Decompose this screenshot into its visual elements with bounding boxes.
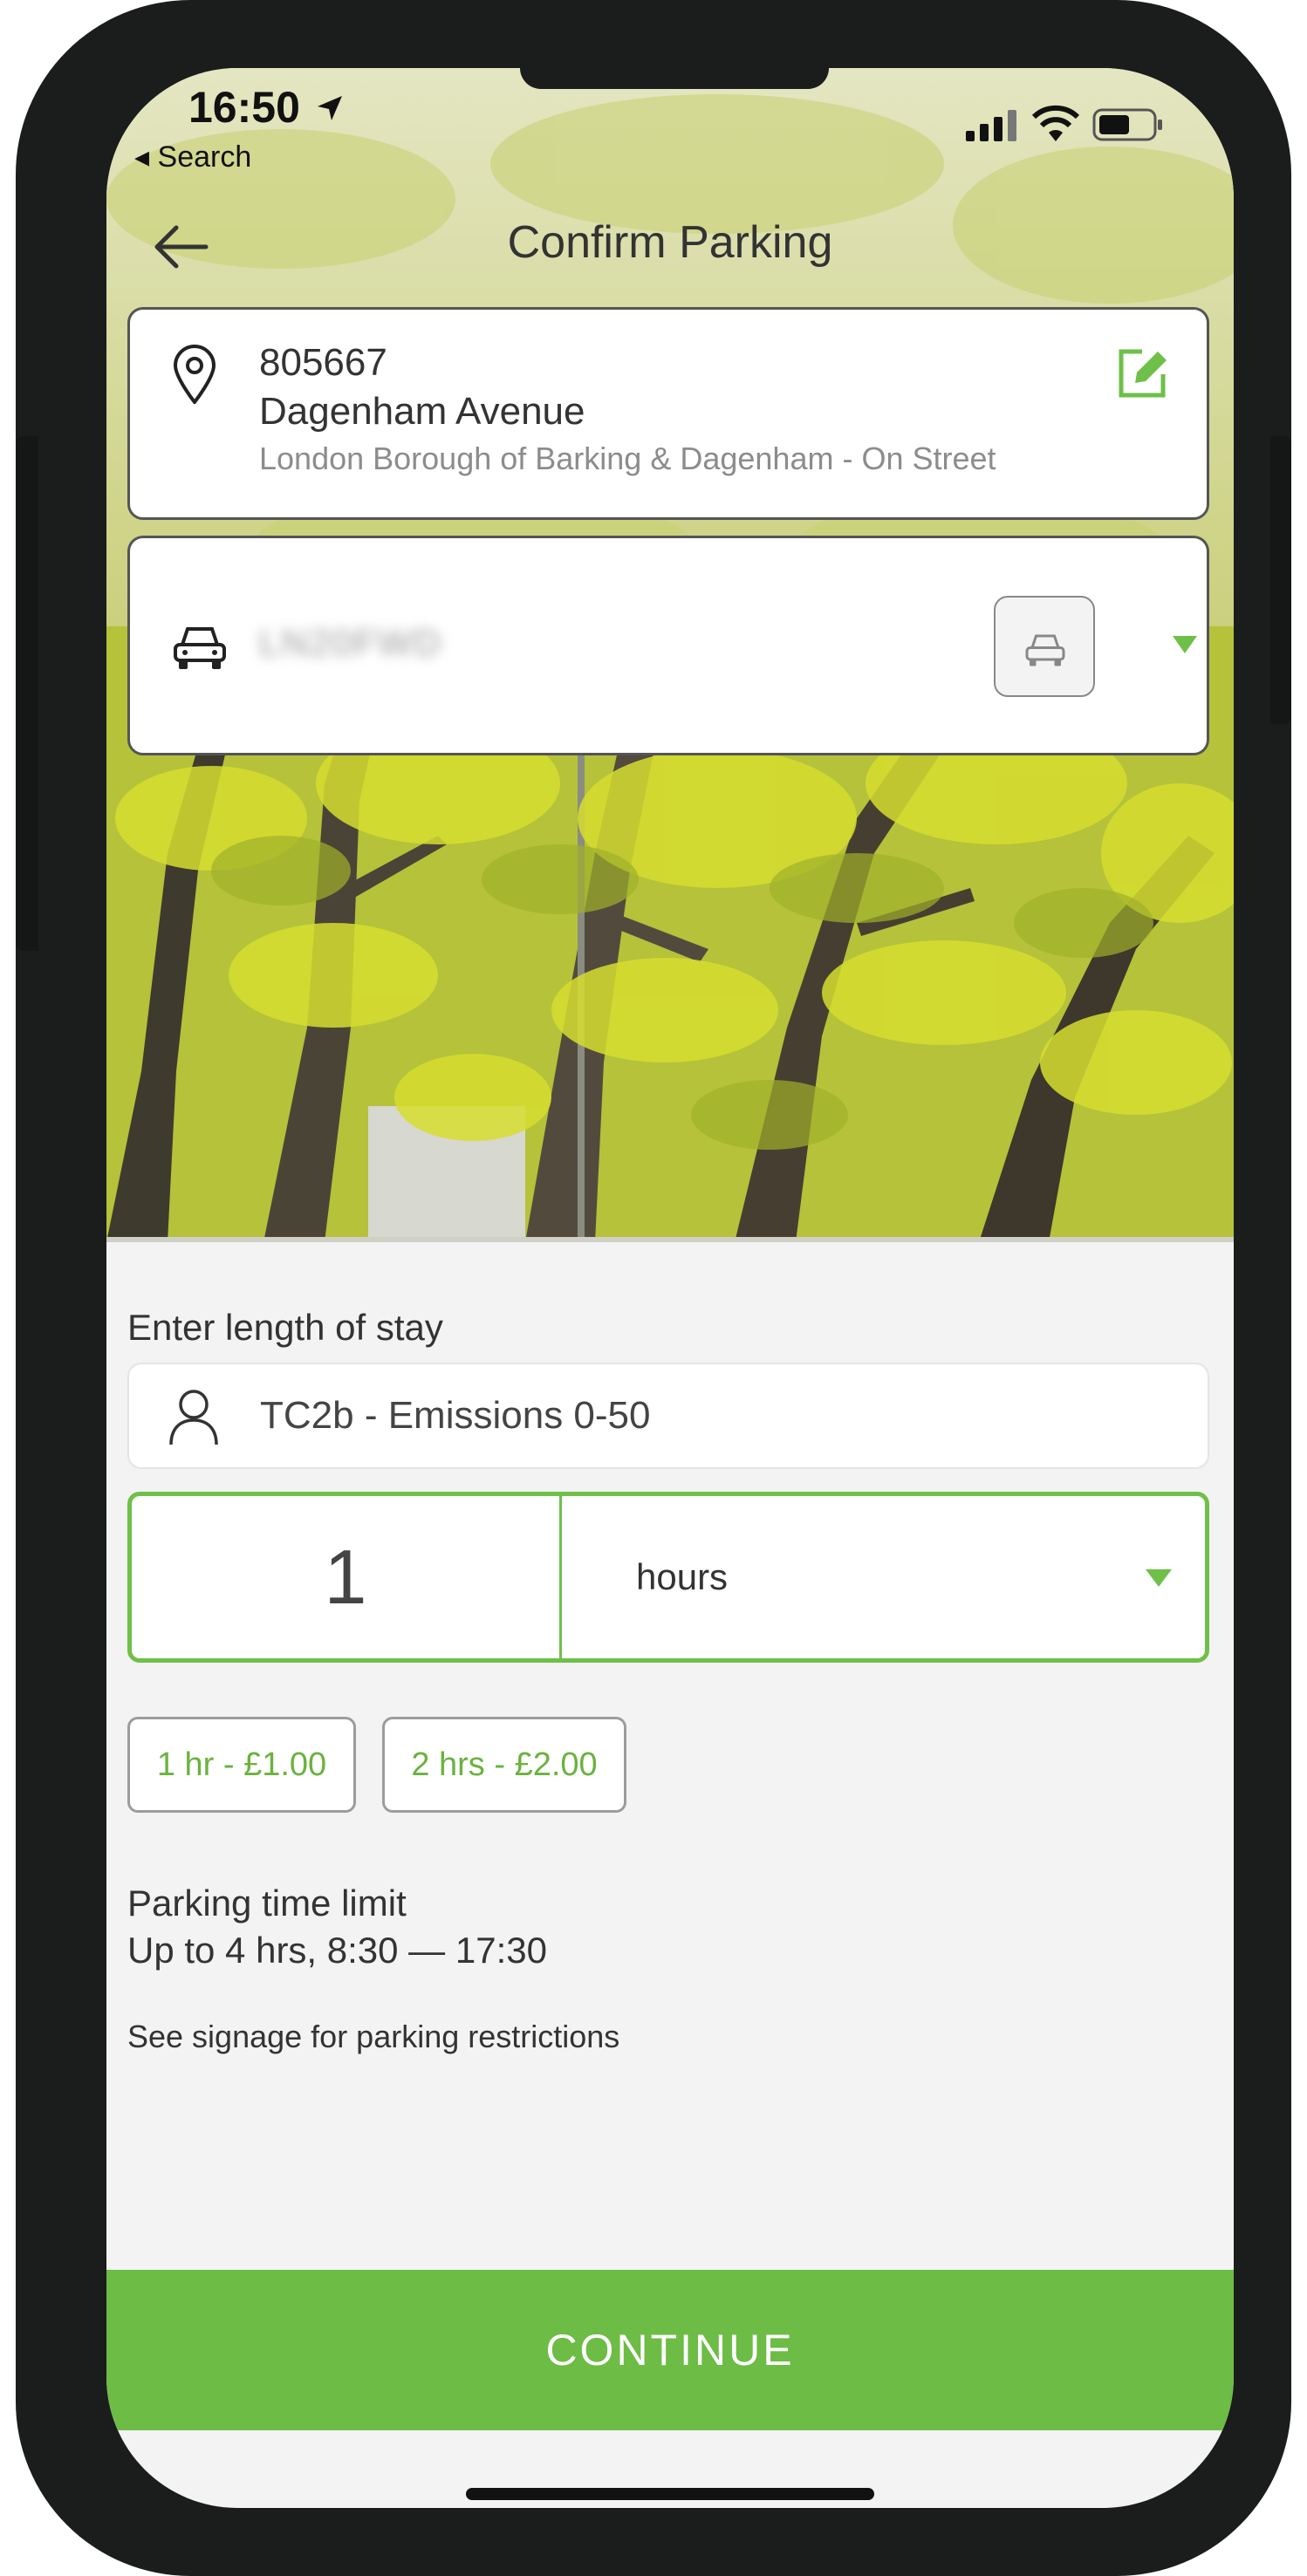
location-card: 805667 Dagenham Avenue London Borough of… xyxy=(127,307,1209,520)
tariff-selector[interactable]: TC2b - Emissions 0-50 xyxy=(127,1363,1209,1469)
notch xyxy=(520,68,829,89)
signage-note: See signage for parking restrictions xyxy=(127,2019,620,2054)
home-indicator[interactable] xyxy=(466,2488,874,2500)
battery-icon xyxy=(1092,108,1164,146)
location-street: Dagenham Avenue xyxy=(259,390,585,433)
status-time: 16:50 xyxy=(188,83,300,132)
stay-label: Enter length of stay xyxy=(127,1307,443,1348)
time-limit-title: Parking time limit xyxy=(127,1882,407,1923)
chevron-down-icon[interactable] xyxy=(1173,636,1197,653)
vehicle-select-button[interactable] xyxy=(994,596,1095,697)
side-button-left xyxy=(16,436,38,951)
nav-bar: Confirm Parking xyxy=(106,199,1234,304)
side-button-right xyxy=(1270,436,1291,724)
tariff-label: TC2b - Emissions 0-50 xyxy=(260,1394,651,1437)
signal-icon xyxy=(966,110,1016,146)
phone-frame: 16:50 ◂ Search Confirm Parking 805667 Da… xyxy=(16,0,1291,2576)
car-icon xyxy=(172,622,228,675)
continue-button[interactable]: CONTINUE xyxy=(106,2270,1234,2430)
time-limit-value: Up to 4 hrs, 8:30 — 17:30 xyxy=(127,1930,547,1971)
location-area: London Borough of Barking & Dagenham - O… xyxy=(259,441,996,476)
quick-option-2hrs[interactable]: 2 hrs - £2.00 xyxy=(382,1717,626,1813)
vehicle-plate: LN20FWD xyxy=(259,622,443,663)
page-title: Confirm Parking xyxy=(507,217,833,268)
duration-unit-select[interactable]: hours xyxy=(636,1496,728,1658)
app-screen: 16:50 ◂ Search Confirm Parking 805667 Da… xyxy=(106,68,1234,2508)
back-to-app-link[interactable]: ◂ Search xyxy=(134,140,251,174)
location-arrow-icon xyxy=(316,94,344,126)
vehicle-card[interactable]: LN20FWD xyxy=(127,536,1209,755)
location-code: 805667 xyxy=(259,341,387,384)
chevron-down-icon[interactable] xyxy=(1146,1569,1172,1587)
edit-icon[interactable] xyxy=(1116,345,1172,405)
map-pin-icon xyxy=(172,345,217,408)
person-icon xyxy=(168,1387,220,1452)
duration-input-group: 1 hours xyxy=(127,1492,1209,1663)
back-app-label: Search xyxy=(157,140,252,174)
duration-value-field[interactable]: 1 xyxy=(132,1496,562,1658)
quick-option-1hr[interactable]: 1 hr - £1.00 xyxy=(127,1717,356,1813)
wifi-icon xyxy=(1031,105,1080,146)
